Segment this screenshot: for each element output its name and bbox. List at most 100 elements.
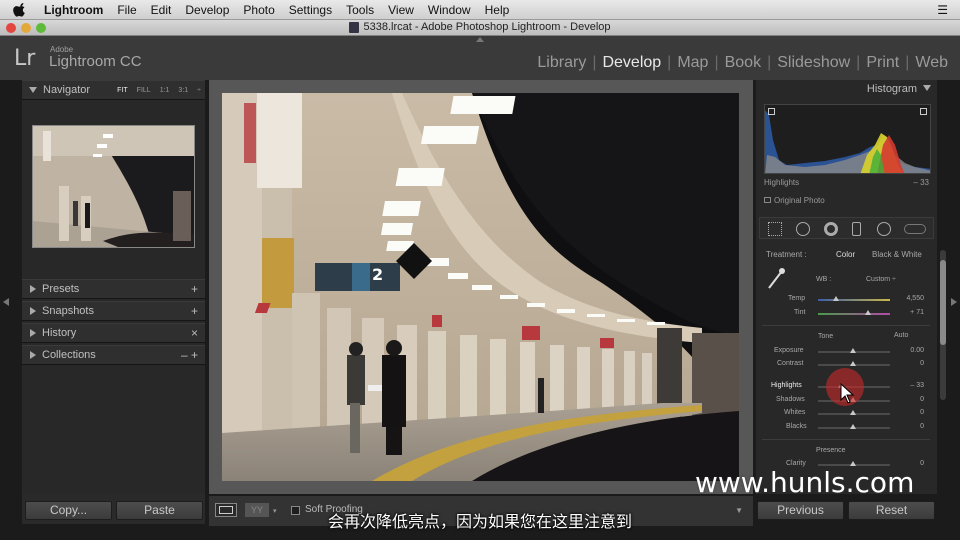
histogram-readout: Highlights – 33 <box>764 178 929 187</box>
tint-slider-thumb[interactable] <box>865 310 871 315</box>
crop-tool-icon[interactable] <box>768 222 782 236</box>
exposure-value[interactable]: 0.00 <box>894 347 924 354</box>
blacks-slider-thumb[interactable] <box>850 424 856 429</box>
shadows-value[interactable]: 0 <box>894 396 924 403</box>
menu-file[interactable]: File <box>110 3 143 17</box>
highlights-label: Highlights <box>771 382 802 389</box>
collapse-icon <box>923 85 931 91</box>
menu-photo[interactable]: Photo <box>236 3 281 17</box>
temp-value[interactable]: 4,550 <box>894 295 924 302</box>
menu-tools[interactable]: Tools <box>339 3 381 17</box>
histogram-header[interactable]: Histogram <box>756 80 937 98</box>
scrollbar-thumb[interactable] <box>940 260 946 345</box>
presets-label: Presets <box>42 283 80 295</box>
exposure-label: Exposure <box>774 347 804 354</box>
module-print[interactable]: Print <box>862 54 903 72</box>
original-photo-checkbox[interactable] <box>764 197 771 203</box>
photo-preview[interactable]: 2 <box>222 93 739 481</box>
whites-slider-thumb[interactable] <box>850 410 856 415</box>
history-header[interactable]: History × <box>22 323 205 343</box>
mouse-pointer-icon <box>840 383 855 404</box>
contrast-value[interactable]: 0 <box>894 360 924 367</box>
histogram-readout-value: – 33 <box>913 178 929 187</box>
close-window-button[interactable] <box>6 23 16 33</box>
zoom-fill[interactable]: FILL <box>137 87 151 94</box>
history-label: History <box>42 327 77 339</box>
treatment-black-white[interactable]: Black & White <box>872 250 922 259</box>
eyedropper-icon[interactable] <box>766 267 786 291</box>
original-photo-row[interactable]: Original Photo <box>764 196 825 205</box>
blacks-value[interactable]: 0 <box>894 423 924 430</box>
collections-label: Collections <box>42 349 96 361</box>
exposure-slider-thumb[interactable] <box>850 348 856 353</box>
presence-label: Presence <box>816 447 846 454</box>
temp-slider-track[interactable] <box>818 299 890 301</box>
contrast-slider-thumb[interactable] <box>850 361 856 366</box>
menu-settings[interactable]: Settings <box>282 3 339 17</box>
adjustment-brush-icon[interactable] <box>904 224 926 234</box>
zoom-1-1[interactable]: 1:1 <box>160 87 170 94</box>
minimize-window-button[interactable] <box>21 23 31 33</box>
add-preset-button[interactable]: + <box>191 282 198 296</box>
collapse-right-panel-icon[interactable] <box>951 298 957 306</box>
tint-value[interactable]: + 71 <box>894 309 924 316</box>
red-eye-icon[interactable] <box>824 222 838 236</box>
graduated-filter-icon[interactable] <box>852 222 861 236</box>
clear-history-button[interactable]: × <box>191 326 198 340</box>
menu-extras-icon[interactable]: ☰ <box>937 3 948 17</box>
apple-icon[interactable] <box>13 2 27 17</box>
collapse-top-panel-icon[interactable] <box>476 37 484 42</box>
add-snapshot-button[interactable]: + <box>191 304 198 318</box>
expand-icon <box>30 307 36 315</box>
shadows-label: Shadows <box>776 396 805 403</box>
menu-develop[interactable]: Develop <box>178 3 236 17</box>
wb-dropdown[interactable]: Custom ÷ <box>866 276 896 283</box>
shadow-clipping-toggle[interactable] <box>768 108 775 115</box>
collections-actions[interactable]: – + <box>181 348 198 362</box>
menu-lightroom[interactable]: Lightroom <box>37 3 110 17</box>
menu-view[interactable]: View <box>381 3 421 17</box>
collapse-left-panel-icon[interactable] <box>3 298 9 306</box>
tone-auto-button[interactable]: Auto <box>894 332 908 339</box>
navigator-preview[interactable] <box>32 125 195 248</box>
highlights-value[interactable]: – 33 <box>894 382 924 389</box>
zoom-3-1[interactable]: 3:1 <box>178 87 188 94</box>
treatment-label: Treatment : <box>766 250 807 259</box>
zoom-fit[interactable]: FIT <box>117 87 128 94</box>
wb-label: WB : <box>816 276 832 283</box>
treatment-color[interactable]: Color <box>836 250 855 259</box>
histogram[interactable] <box>764 104 931 174</box>
catalog-file-icon <box>349 22 360 33</box>
video-subtitle: 会再次降低亮点，因为如果您在这里注意到 <box>327 514 632 531</box>
expand-icon <box>29 87 37 93</box>
temp-slider-thumb[interactable] <box>833 296 839 301</box>
collections-header[interactable]: Collections – + <box>22 345 205 365</box>
watermark: www.hunls.com <box>695 466 915 499</box>
radial-filter-icon[interactable] <box>877 222 891 236</box>
tint-slider-track[interactable] <box>818 313 890 315</box>
module-map[interactable]: Map <box>673 54 712 72</box>
module-slideshow[interactable]: Slideshow <box>773 54 854 72</box>
navigator-header[interactable]: Navigator FIT FILL 1:1 3:1 ÷ <box>22 80 205 100</box>
zoom-window-button[interactable] <box>36 23 46 33</box>
module-book[interactable]: Book <box>721 54 765 72</box>
presets-header[interactable]: Presets + <box>22 279 205 299</box>
module-web[interactable]: Web <box>911 54 952 72</box>
highlight-clipping-toggle[interactable] <box>920 108 927 115</box>
menu-edit[interactable]: Edit <box>144 3 179 17</box>
menu-help[interactable]: Help <box>478 3 517 17</box>
expand-icon <box>30 351 36 359</box>
expand-icon <box>30 285 36 293</box>
module-develop[interactable]: Develop <box>598 54 665 72</box>
whites-value[interactable]: 0 <box>894 409 924 416</box>
menu-window[interactable]: Window <box>421 3 478 17</box>
spot-removal-icon[interactable] <box>796 222 810 236</box>
window-title: 5338.lrcat - Adobe Photoshop Lightroom -… <box>363 21 611 33</box>
right-panel-scrollbar[interactable] <box>940 250 946 400</box>
platform-sign-number: 2 <box>372 265 383 284</box>
module-library[interactable]: Library <box>533 54 590 72</box>
snapshots-header[interactable]: Snapshots + <box>22 301 205 321</box>
zoom-menu-icon[interactable]: ÷ <box>197 87 201 94</box>
tint-label: Tint <box>794 309 806 316</box>
histogram-title: Histogram <box>866 83 917 95</box>
